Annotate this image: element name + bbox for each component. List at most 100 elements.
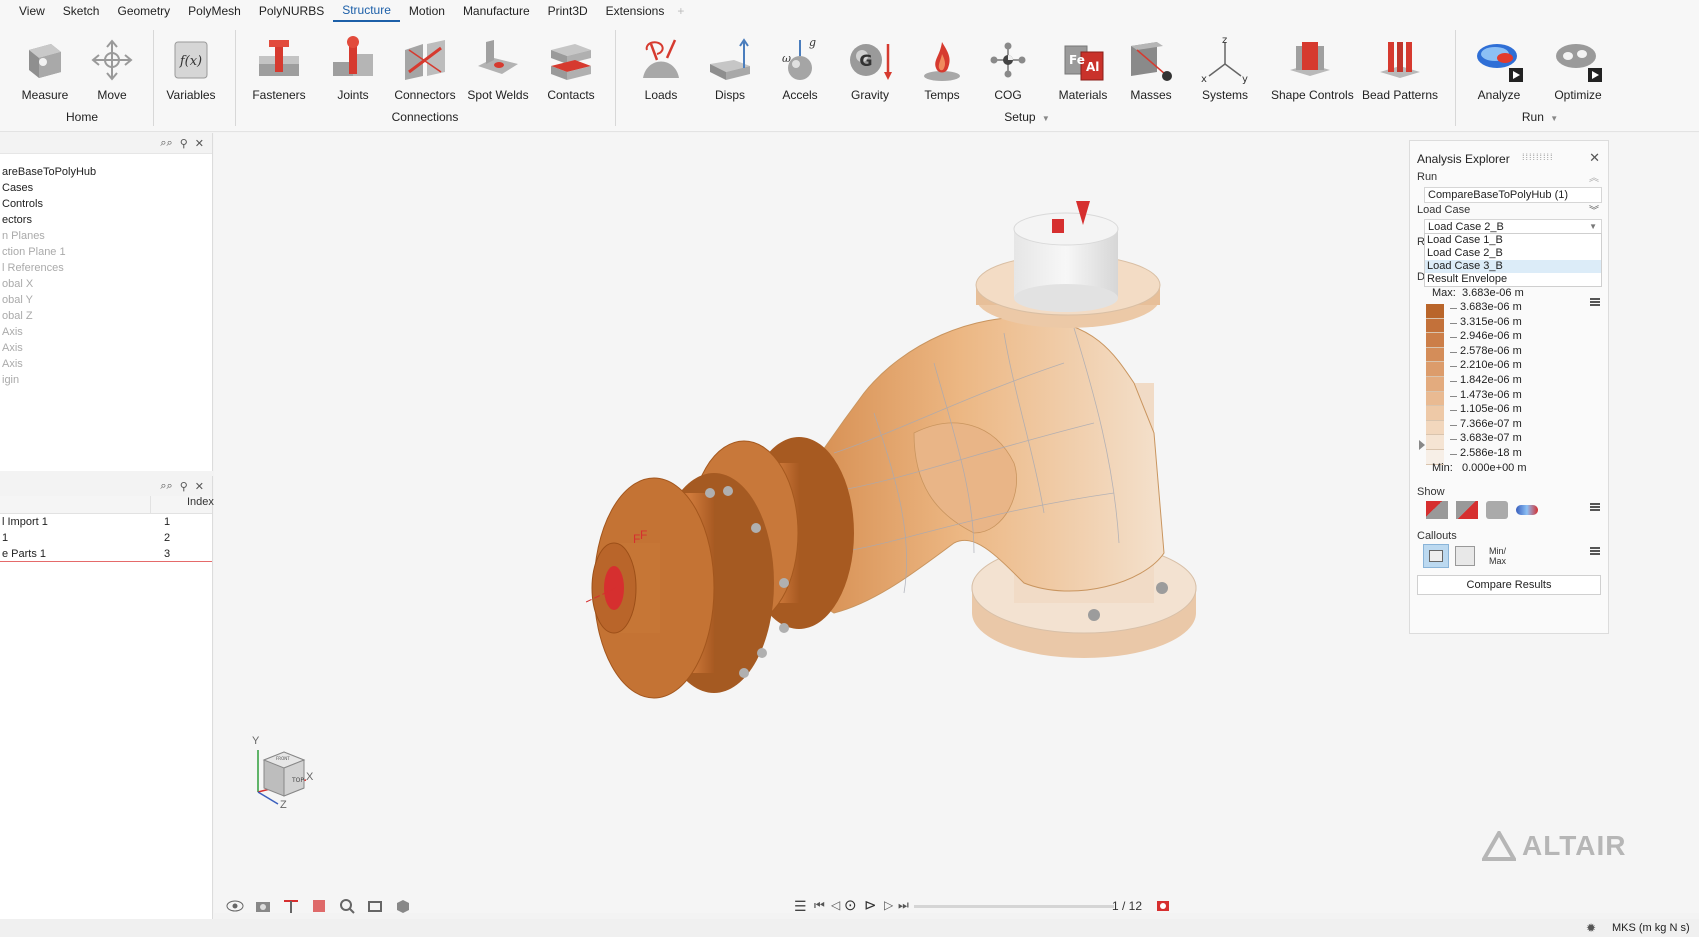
force-marker[interactable] [1052,219,1064,233]
dropdown-option[interactable]: Result Envelope [1425,273,1601,286]
loads-button[interactable]: Loads [623,36,699,102]
camera-icon[interactable] [254,897,272,915]
tree-item[interactable]: Cases [0,180,212,196]
show-menu-icon[interactable] [1590,503,1600,511]
eye-icon[interactable] [226,897,244,915]
show-geometry-icon[interactable] [1486,501,1508,519]
tree-item[interactable]: obal Z [0,308,212,324]
tree-item[interactable]: ectors [0,212,212,228]
name-column-header[interactable] [0,496,150,513]
collapse-icon[interactable]: ︽ [1589,169,1599,184]
record-icon[interactable]: ⊙ [844,896,857,914]
dropdown-option-selected[interactable]: Load Case 3_B [1425,260,1601,273]
gravity-button[interactable]: G Gravity [832,36,908,102]
materials-button[interactable]: Fe Al Materials [1045,36,1121,102]
view-cube[interactable]: TOP FRONT Y X Z [244,730,324,810]
fasteners-button[interactable]: Fasteners [241,36,317,102]
menu-motion[interactable]: Motion [400,0,454,22]
close-icon[interactable]: ✕ [1589,150,1600,166]
temps-button[interactable]: Temps [904,36,980,102]
optimize-button[interactable]: Optimize [1540,36,1616,102]
move-button[interactable]: Move [74,36,150,102]
view-cube-icon[interactable] [394,897,412,915]
masses-button[interactable]: Masses [1113,36,1189,102]
contacts-button[interactable]: Contacts [533,36,609,102]
disps-button[interactable]: Disps [692,36,768,102]
zoom-icon[interactable] [338,897,356,915]
variables-button[interactable]: f(x) Variables [153,36,229,102]
units-system[interactable]: MKS (m kg N s) [1612,922,1690,934]
tree-item[interactable]: obal X [0,276,212,292]
bead-patterns-button[interactable]: Bead Patterns [1361,36,1439,102]
search-icon[interactable]: ⚲ [180,137,188,150]
callout-table-icon[interactable] [1455,546,1475,566]
tree-item[interactable]: obal Y [0,292,212,308]
playback-slider[interactable] [914,905,1114,908]
last-frame-icon[interactable]: ⏭ [898,898,909,913]
tree-item[interactable]: areBaseToPolyHub [0,164,212,180]
group-run-label[interactable]: Run ▼ [1522,110,1558,124]
shape-controls-button[interactable]: Shape Controls [1271,36,1354,102]
menu-polymesh[interactable]: PolyMesh [179,0,250,22]
tree-item[interactable]: igin [0,372,212,388]
connectors-button[interactable]: Connectors [387,36,463,102]
accels-button[interactable]: ω g Accels [762,36,838,102]
callouts-menu-icon[interactable] [1590,547,1600,555]
menu-geometry[interactable]: Geometry [108,0,179,22]
previous-frame-icon[interactable]: ◁ [831,898,840,912]
menu-structure[interactable]: Structure [333,1,400,22]
systems-button[interactable]: z x y Systems [1187,36,1263,102]
menu-manufacture[interactable]: Manufacture [454,0,539,22]
menu-print3d[interactable]: Print3D [539,0,597,22]
units-gear-icon[interactable]: ✹ [1586,921,1596,935]
run-select[interactable]: CompareBaseToPolyHub (1) [1424,187,1602,203]
cog-button[interactable]: COG [970,36,1046,102]
expand-icon[interactable]: ︾ [1589,202,1599,217]
tree-item[interactable]: ction Plane 1 [0,244,212,260]
tree-item[interactable]: n Planes [0,228,212,244]
next-frame-icon[interactable]: ▷ [884,898,893,912]
analyze-button[interactable]: Analyze [1461,36,1537,102]
animation-settings-icon[interactable] [1154,897,1172,915]
playback-menu-icon[interactable]: ☰ [794,898,807,915]
tree-item[interactable]: Axis [0,340,212,356]
binoculars-icon[interactable]: ⌕⌕ [160,480,172,493]
play-icon[interactable]: ⊳ [864,896,877,914]
menu-sketch[interactable]: Sketch [54,0,109,22]
joints-button[interactable]: Joints [315,36,391,102]
show-contour-icon[interactable] [1516,505,1538,515]
menu-polynurbs[interactable]: PolyNURBS [250,0,333,22]
index-column-header[interactable]: Index [150,496,214,513]
add-ribbon-icon[interactable]: + [673,4,684,18]
callout-minmax-button[interactable]: Min/ Max [1489,546,1506,566]
close-icon[interactable]: ✕ [195,480,204,493]
box-select-icon[interactable] [310,897,328,915]
dropdown-option[interactable]: Load Case 1_B [1425,234,1601,247]
tree-item[interactable]: Axis [0,324,212,340]
drag-handle-icon[interactable]: ⁞⁞⁞⁞⁞⁞⁞⁞⁞ [1522,152,1554,162]
section-cut-icon[interactable] [282,897,300,915]
close-icon[interactable]: ✕ [195,137,204,150]
menu-extensions[interactable]: Extensions [597,0,674,22]
binoculars-icon[interactable]: ⌕⌕ [160,137,172,150]
legend-menu-icon[interactable] [1590,298,1600,306]
dropdown-option[interactable]: Load Case 2_B [1425,247,1601,260]
compare-results-button[interactable]: Compare Results [1417,575,1601,595]
table-row[interactable]: l Import 1 1 [0,514,212,530]
legend-pointer-icon[interactable] [1419,440,1425,450]
table-row[interactable]: 12 [0,530,212,546]
group-setup-label[interactable]: Setup ▼ [1004,110,1050,124]
show-deformed-icon[interactable] [1426,501,1448,519]
measure-button[interactable]: Measure [7,36,83,102]
tree-item[interactable]: l References [0,260,212,276]
search-icon[interactable]: ⚲ [180,480,188,493]
tree-item[interactable]: Controls [0,196,212,212]
table-row[interactable]: e Parts 1 3 [0,546,212,562]
tree-item[interactable]: Axis [0,356,212,372]
menu-view[interactable]: View [10,0,54,22]
callout-probe-button[interactable] [1423,544,1449,568]
spot-welds-button[interactable]: Spot Welds [460,36,536,102]
show-supports-icon[interactable] [1456,501,1478,519]
fit-view-icon[interactable] [366,897,384,915]
first-frame-icon[interactable]: ⏮ [814,898,825,913]
